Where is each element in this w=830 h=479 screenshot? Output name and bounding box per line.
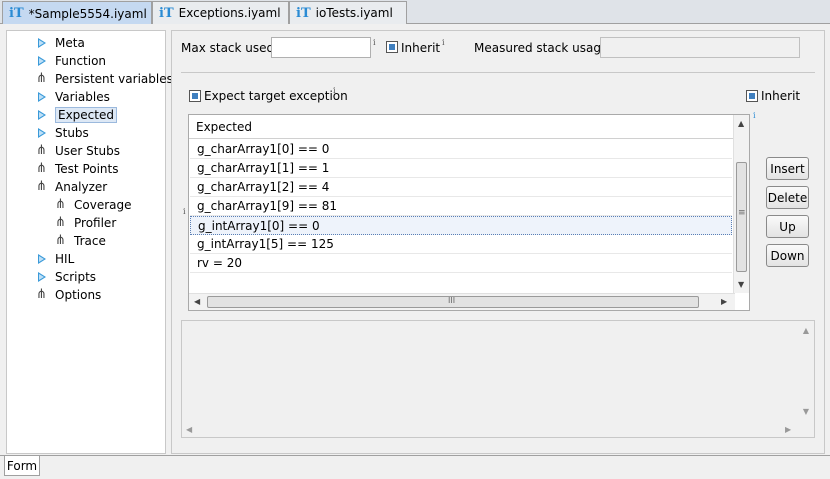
- tab-label: Exceptions.iyaml: [178, 6, 281, 20]
- insert-button[interactable]: Insert: [766, 157, 809, 180]
- table-row[interactable]: g_charArray1[1] == 1: [190, 159, 732, 178]
- fork-icon: ⋔: [36, 142, 47, 158]
- fork-icon: ⋔: [36, 160, 47, 176]
- editor-tab-bar: iT *Sample5554.iyaml ✕ iT Exceptions.iya…: [0, 0, 830, 25]
- triangle-icon: [36, 55, 48, 67]
- max-stack-label: Max stack used:: [181, 41, 279, 55]
- expected-table: Expected g_charArray1[0] == 0 g_charArra…: [188, 114, 750, 311]
- tab-exceptions[interactable]: iT Exceptions.iyaml: [152, 1, 289, 24]
- tree-item-variables[interactable]: Variables: [36, 88, 110, 105]
- tree-item-hil[interactable]: HIL: [36, 250, 74, 267]
- fork-icon: ⋔: [36, 286, 47, 302]
- scroll-right-icon[interactable]: ▶: [721, 297, 727, 306]
- table-row[interactable]: g_intArray1[5] == 125: [190, 235, 732, 254]
- itest-file-icon: iT: [296, 5, 311, 21]
- tab-iotests[interactable]: iT ioTests.iyaml: [289, 1, 407, 24]
- max-stack-input[interactable]: [271, 37, 371, 58]
- tree-item-meta[interactable]: Meta: [36, 34, 85, 51]
- tree-item-analyzer[interactable]: ⋔ Analyzer: [36, 178, 107, 195]
- scroll-left-icon[interactable]: ◀: [194, 297, 200, 306]
- table-vertical-scrollbar[interactable]: ▲ ≡ ▼: [733, 115, 749, 293]
- triangle-icon: [36, 271, 48, 283]
- triangle-icon: [36, 91, 48, 103]
- scroll-right-icon[interactable]: ▶: [785, 425, 791, 434]
- fork-icon: ⋔: [55, 214, 66, 230]
- expected-inherit-checkbox[interactable]: [746, 90, 758, 102]
- info-icon: i: [183, 207, 186, 216]
- tab-label: ioTests.iyaml: [315, 6, 393, 20]
- triangle-icon: [36, 109, 48, 121]
- fork-icon: ⋔: [36, 70, 47, 86]
- table-row[interactable]: rv = 20: [190, 254, 732, 273]
- tree-item-test-points[interactable]: ⋔ Test Points: [36, 160, 119, 177]
- section-tree: Meta Function ⋔ Persistent variables Var…: [6, 30, 173, 454]
- tree-item-trace[interactable]: ⋔ Trace: [55, 232, 106, 249]
- scrollbar-thumb[interactable]: III: [207, 296, 699, 308]
- scroll-up-icon[interactable]: ▲: [738, 119, 744, 128]
- tab-form[interactable]: Form: [4, 456, 40, 476]
- info-icon: i: [333, 86, 336, 95]
- scroll-left-icon[interactable]: ◀: [186, 425, 192, 434]
- measured-stack-field: [600, 37, 800, 58]
- info-icon: i: [753, 111, 756, 120]
- expect-target-exception-label: Expect target exception: [204, 89, 348, 103]
- scroll-down-icon[interactable]: ▼: [738, 280, 744, 289]
- fork-icon: ⋔: [55, 232, 66, 248]
- tree-item-persistent-variables[interactable]: ⋔ Persistent variables: [36, 70, 173, 87]
- description-text-area[interactable]: ▲ ▼ ◀ ▶: [181, 320, 815, 438]
- tree-item-coverage[interactable]: ⋔ Coverage: [55, 196, 132, 213]
- table-row[interactable]: g_intArray1[0] == 0: [190, 216, 732, 235]
- section-divider: [181, 72, 815, 73]
- triangle-icon: [36, 253, 48, 265]
- scrollbar-thumb[interactable]: ≡: [736, 162, 747, 272]
- itest-file-icon: iT: [9, 6, 24, 21]
- scroll-up-icon[interactable]: ▲: [803, 326, 809, 335]
- tree-item-stubs[interactable]: Stubs: [36, 124, 89, 141]
- bottom-tab-bar: Form: [0, 455, 830, 479]
- tab-sample5554[interactable]: iT *Sample5554.iyaml ✕: [2, 1, 164, 25]
- stack-inherit-label: Inherit: [401, 41, 441, 55]
- stack-inherit-checkbox[interactable]: [386, 41, 398, 53]
- scroll-down-icon[interactable]: ▼: [803, 407, 809, 416]
- triangle-icon: [36, 37, 48, 49]
- table-row[interactable]: g_charArray1[2] == 4: [190, 178, 732, 197]
- tree-item-user-stubs[interactable]: ⋔ User Stubs: [36, 142, 120, 159]
- triangle-icon: [36, 127, 48, 139]
- info-icon: i: [373, 38, 376, 47]
- column-header-expected[interactable]: Expected: [189, 115, 735, 139]
- up-button[interactable]: Up: [766, 215, 809, 238]
- tab-label: *Sample5554.iyaml: [28, 6, 147, 21]
- fork-icon: ⋔: [55, 196, 66, 212]
- tree-item-options[interactable]: ⋔ Options: [36, 286, 101, 303]
- itest-file-icon: iT: [159, 5, 174, 21]
- measured-stack-label: Measured stack usage:: [474, 41, 613, 55]
- tree-item-scripts[interactable]: Scripts: [36, 268, 96, 285]
- delete-button[interactable]: Delete: [766, 186, 809, 209]
- expect-target-exception-checkbox[interactable]: [189, 90, 201, 102]
- table-row[interactable]: g_charArray1[9] == 81: [190, 197, 732, 216]
- fork-icon: ⋔: [36, 178, 47, 194]
- tree-item-function[interactable]: Function: [36, 52, 106, 69]
- table-horizontal-scrollbar[interactable]: ◀ III ▶: [189, 293, 735, 310]
- info-icon: i: [442, 38, 445, 47]
- tree-item-expected[interactable]: Expected: [36, 106, 117, 123]
- table-row[interactable]: g_charArray1[0] == 0: [190, 140, 732, 159]
- expected-inherit-label: Inherit: [761, 89, 801, 103]
- down-button[interactable]: Down: [766, 244, 809, 267]
- tree-item-profiler[interactable]: ⋔ Profiler: [55, 214, 116, 231]
